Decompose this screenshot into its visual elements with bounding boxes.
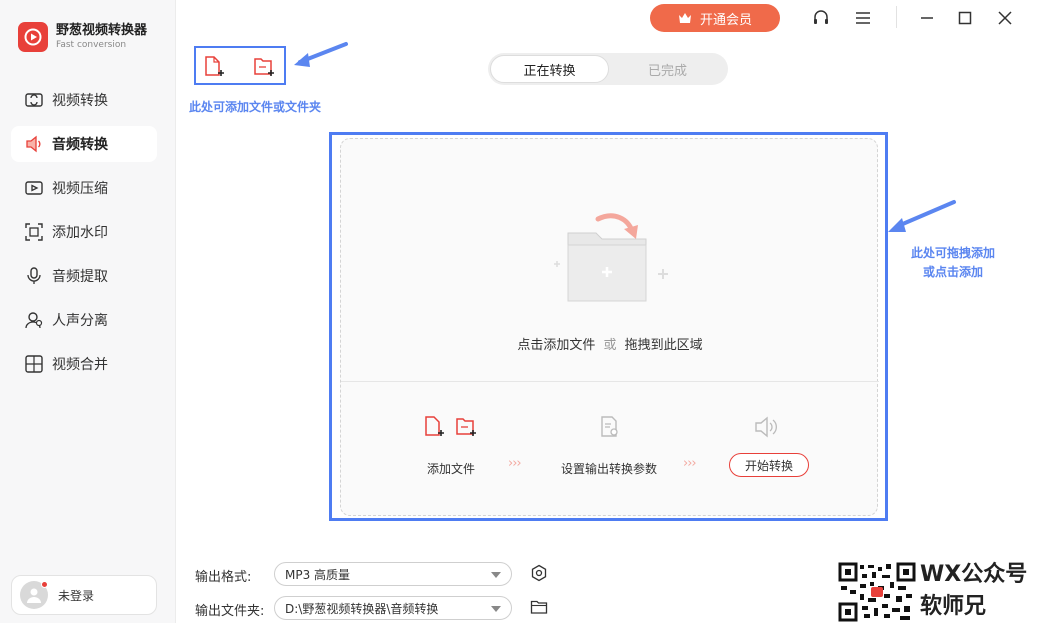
chevron-down-icon [491, 572, 501, 578]
video-compress-icon [25, 181, 43, 195]
format-settings-gear-icon[interactable] [530, 564, 548, 582]
vip-button[interactable]: 开通会员 [650, 4, 780, 32]
sidebar-item-vocal-separate[interactable]: 人声分离 [11, 302, 157, 338]
audio-convert-icon [26, 135, 41, 153]
titlebar-divider [896, 6, 897, 28]
dropzone-annotation-line1: 此处可拖拽添加 [910, 246, 995, 260]
watermark-line1: WX公众号 [920, 562, 1028, 587]
user-name: 未登录 [58, 588, 95, 603]
video-merge-icon [25, 355, 43, 373]
add-toolbar [194, 46, 286, 85]
output-folder-label: 输出文件夹: [195, 604, 265, 619]
brand: 野葱视频转换器 Fast conversion [18, 22, 147, 52]
vocal-separate-icon [25, 312, 43, 329]
hint-or: 或 [603, 338, 617, 353]
folder-drop-icon [554, 213, 668, 302]
step-add-file-icon [425, 416, 444, 436]
watermark: WX公众号 软师兄 [838, 562, 1038, 622]
sidebar-item-video-compress[interactable]: 视频压缩 [11, 170, 157, 206]
dropzone-hint: 点击添加文件 或 拖拽到此区域 [341, 334, 879, 353]
output-format-label: 输出格式: [195, 570, 252, 585]
step-arrow-icon: ››› [508, 456, 522, 471]
sidebar-item-label: 人声分离 [52, 313, 108, 329]
toolbar-annotation: 此处可添加文件或文件夹 [189, 100, 322, 114]
tab-completed[interactable]: 已完成 [609, 55, 726, 83]
hint-click-add: 点击添加文件 [517, 338, 596, 353]
maximize-icon[interactable] [954, 7, 976, 29]
sidebar-item-label: 添加水印 [52, 225, 108, 241]
annotation-arrow-icon [294, 42, 348, 67]
sidebar: 野葱视频转换器 Fast conversion 视频转换 音频转换 视频压缩 添… [0, 0, 176, 623]
sidebar-item-label: 音频提取 [52, 269, 108, 285]
chevron-down-icon [491, 606, 501, 612]
watermark-line2: 软师兄 [920, 594, 987, 619]
sidebar-item-audio-extract[interactable]: 音频提取 [11, 258, 157, 294]
hint-drag: 拖拽到此区域 [624, 338, 703, 353]
audio-speaker-icon [755, 416, 777, 438]
step-set-params-label: 设置输出转换参数 [561, 462, 658, 476]
sidebar-item-label: 视频合并 [52, 357, 108, 373]
qr-code-icon [838, 562, 916, 622]
settings-doc-icon [601, 416, 618, 437]
annotation-arrow-icon [888, 200, 956, 232]
sidebar-item-watermark[interactable]: 添加水印 [11, 214, 157, 250]
avatar [20, 581, 48, 609]
menu-icon[interactable] [852, 7, 874, 29]
audio-extract-icon [27, 267, 41, 284]
vip-label: 开通会员 [699, 12, 752, 28]
sidebar-nav: 视频转换 音频转换 视频压缩 添加水印 音频提取 人声分离 视频合并 [11, 82, 157, 390]
output-format-select[interactable]: MP3 高质量 [274, 562, 512, 586]
status-tabs: 正在转换 已完成 [488, 53, 728, 85]
add-file-icon[interactable] [203, 56, 227, 78]
sidebar-item-audio-convert[interactable]: 音频转换 [11, 126, 157, 162]
watermark-icon [25, 223, 43, 241]
sidebar-item-label: 音频转换 [52, 137, 108, 153]
close-icon[interactable] [994, 7, 1016, 29]
output-folder-value: D:\野葱视频转换器\音频转换 [285, 601, 439, 616]
dropzone-annotation: 此处可拖拽添加 或点击添加 [898, 244, 1008, 282]
sidebar-item-label: 视频转换 [52, 93, 108, 109]
notification-dot [41, 581, 48, 588]
sidebar-item-label: 视频压缩 [52, 181, 108, 197]
headset-icon[interactable] [810, 7, 832, 29]
add-folder-icon[interactable] [253, 56, 277, 78]
dropzone-divider [341, 381, 879, 382]
app-title: 野葱视频转换器 [56, 23, 148, 38]
dropzone-annotation-line2: 或点击添加 [922, 265, 983, 279]
open-folder-icon[interactable] [530, 598, 548, 616]
video-convert-icon [25, 93, 43, 107]
crown-icon [678, 13, 691, 23]
minimize-icon[interactable] [916, 7, 938, 29]
user-login[interactable]: 未登录 [11, 575, 157, 615]
output-folder-select[interactable]: D:\野葱视频转换器\音频转换 [274, 596, 512, 620]
app-logo-icon [18, 22, 48, 52]
output-format-value: MP3 高质量 [285, 567, 351, 582]
app-subtitle: Fast conversion [56, 40, 127, 50]
step-arrow-icon: ››› [683, 456, 697, 471]
step-add-files-label: 添加文件 [427, 462, 476, 476]
tab-converting[interactable]: 正在转换 [490, 55, 609, 83]
dropzone[interactable]: 点击添加文件 或 拖拽到此区域 添加文件 ››› 设置输出转换参数 ››› 开始… [340, 138, 879, 516]
sidebar-item-video-convert[interactable]: 视频转换 [11, 82, 157, 118]
start-convert-button[interactable]: 开始转换 [729, 453, 809, 477]
dropzone-highlight: 点击添加文件 或 拖拽到此区域 添加文件 ››› 设置输出转换参数 ››› 开始… [329, 132, 888, 521]
step-add-folder-icon [456, 418, 476, 436]
sidebar-item-video-merge[interactable]: 视频合并 [11, 346, 157, 382]
